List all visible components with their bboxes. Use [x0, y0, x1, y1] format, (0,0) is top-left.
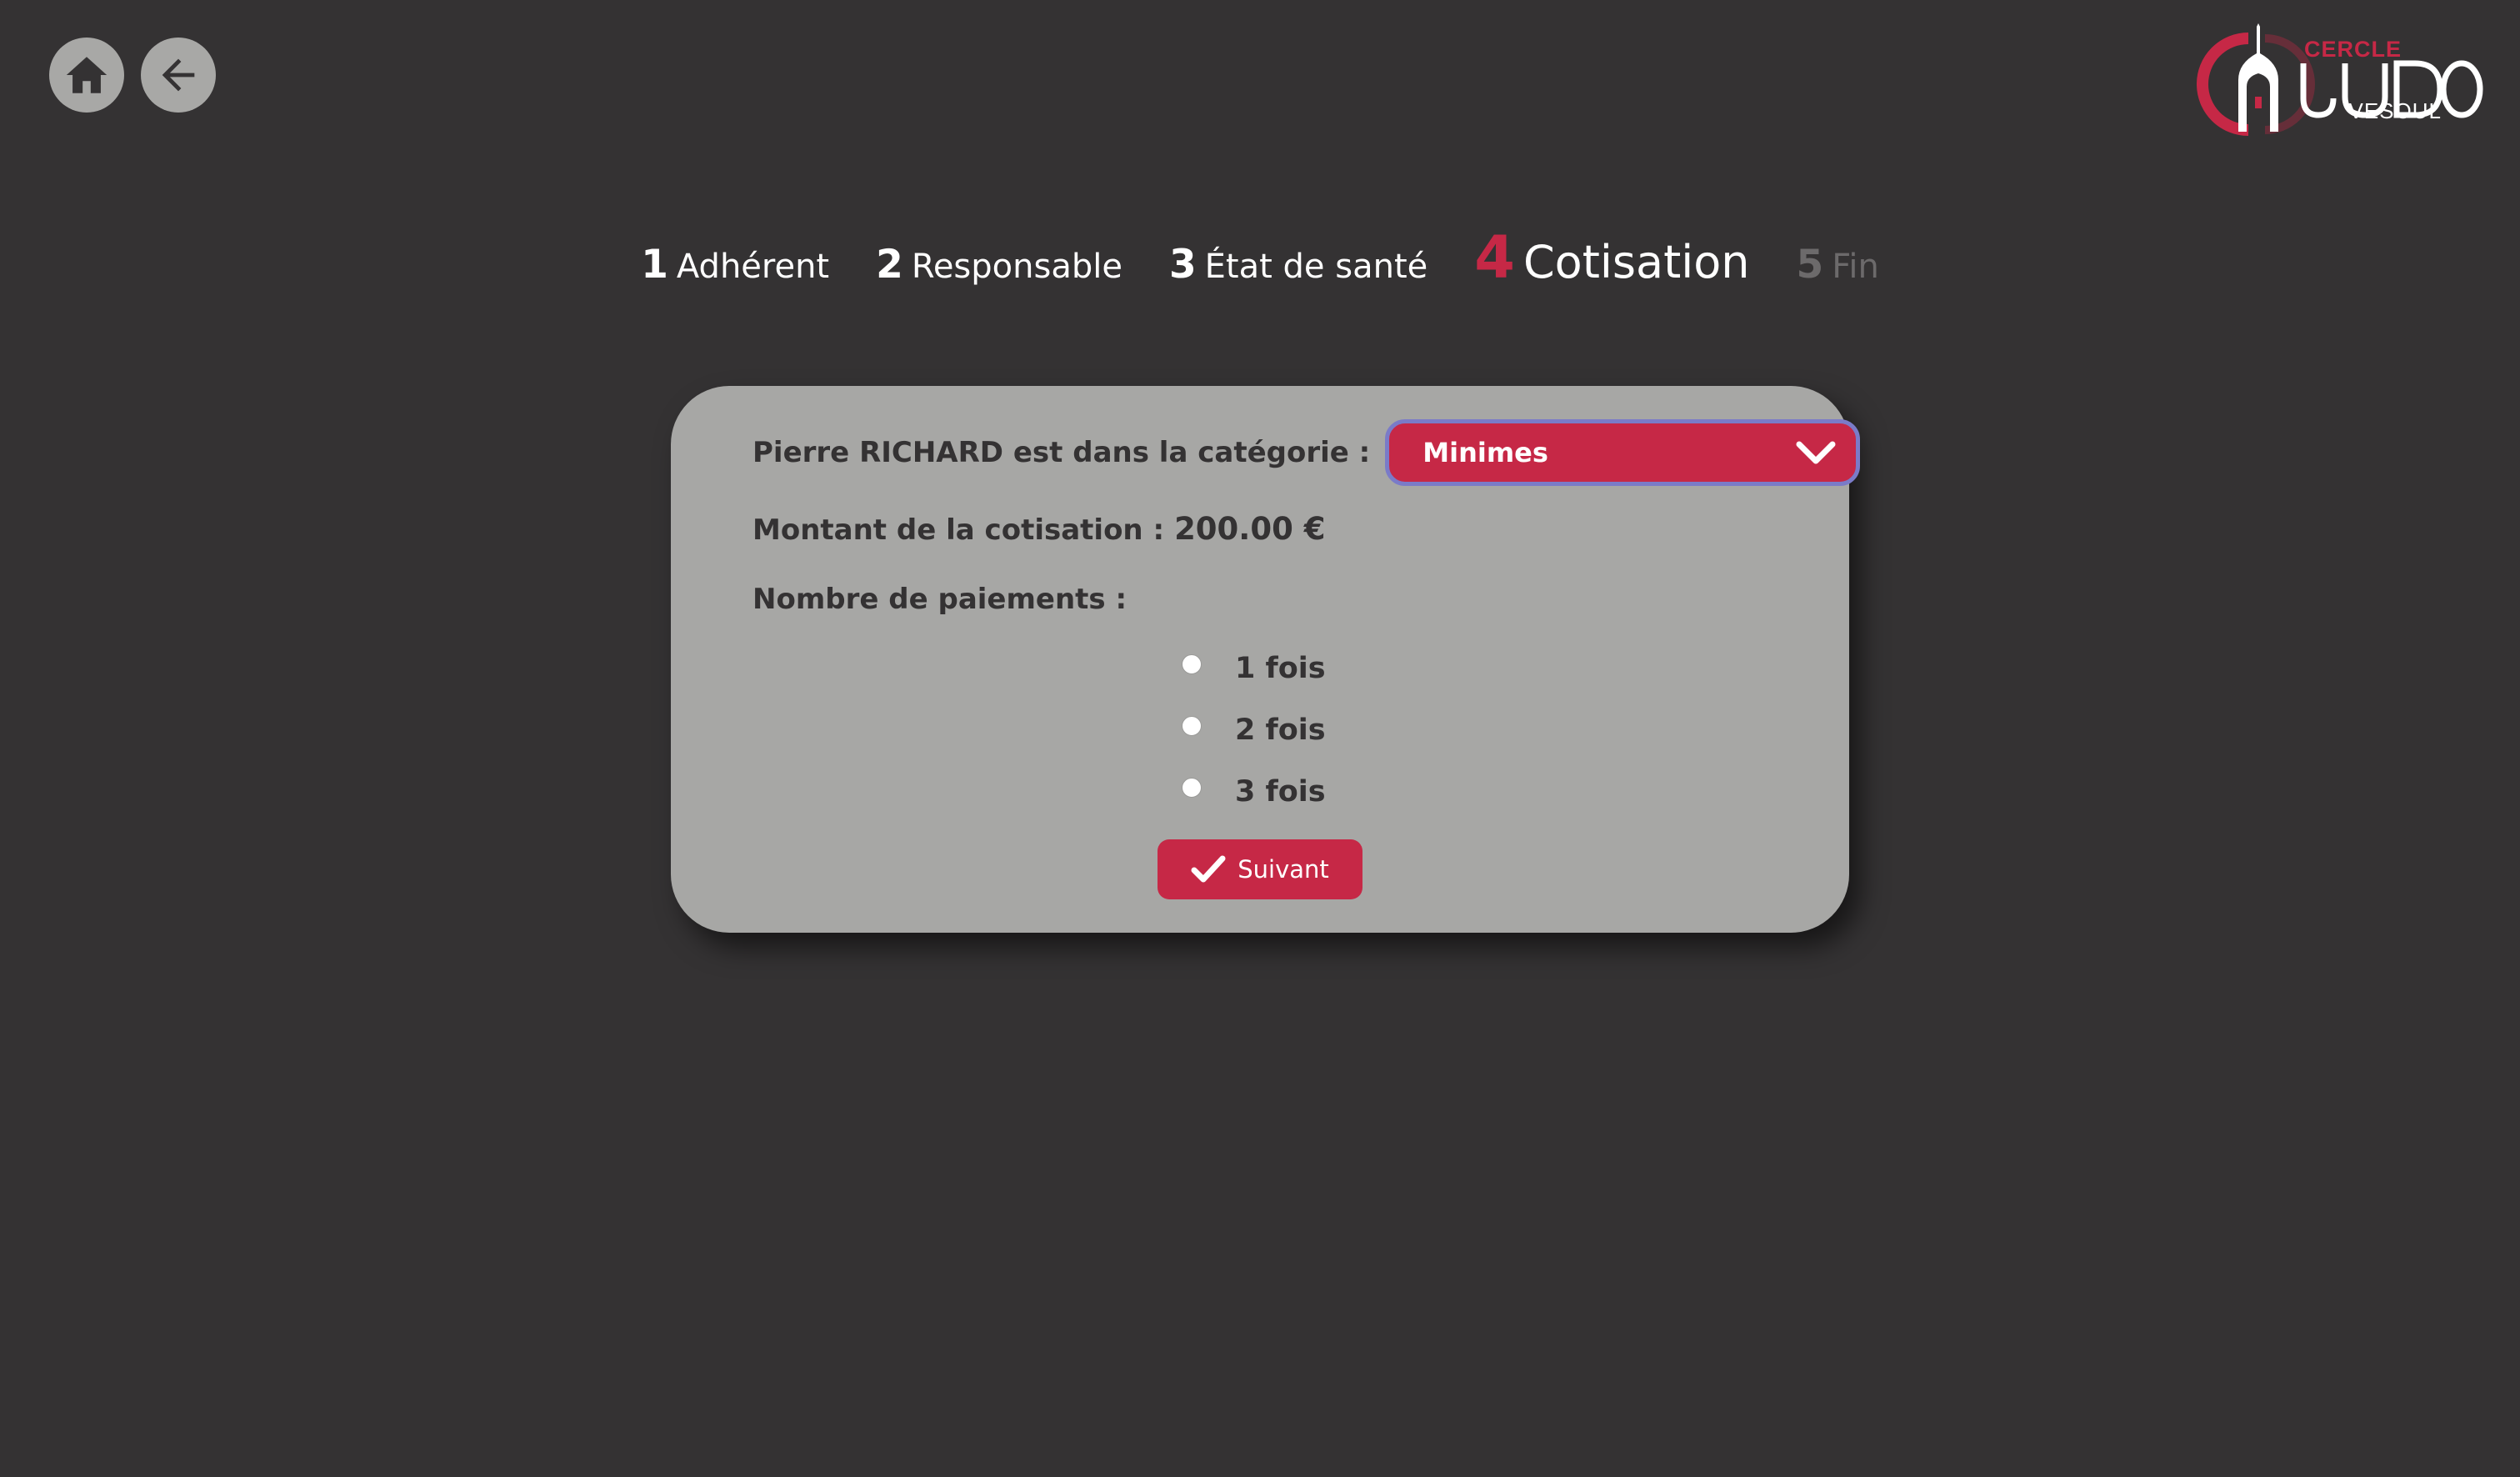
- step-label: Responsable: [911, 248, 1122, 286]
- payment-option-2[interactable]: 2 fois: [1182, 699, 1326, 761]
- arrow-left-icon: [162, 58, 195, 92]
- checkmark-icon: [1191, 855, 1226, 883]
- payment-option-3[interactable]: 3 fois: [1182, 761, 1326, 823]
- step-number: 1: [641, 242, 668, 288]
- payment-radio-1[interactable]: [1182, 654, 1202, 674]
- payment-option-label: 1 fois: [1235, 652, 1326, 685]
- step-adherent: 1 Adhérent: [641, 242, 829, 288]
- cercle-judo-vesoul-logo: CERCLE VESOUL: [2197, 22, 2485, 138]
- step-label: Fin: [1832, 248, 1879, 286]
- step-number: 4: [1474, 223, 1515, 292]
- chevron-down-icon: [1796, 441, 1836, 464]
- category-select-value: Minimes: [1422, 437, 1548, 468]
- cotisation-form-card: Pierre RICHARD est dans la catégorie : M…: [671, 386, 1861, 933]
- logo-vesoul-text: VESOUL: [2348, 98, 2442, 123]
- step-etat-de-sante: 3 État de santé: [1169, 242, 1428, 288]
- logo-cercle-text: CERCLE: [2303, 37, 2402, 62]
- step-number: 3: [1168, 242, 1197, 288]
- amount-value: 200.00 €: [1174, 511, 1326, 547]
- category-label: Pierre RICHARD est dans la catégorie :: [752, 436, 1371, 469]
- payment-option-label: 2 fois: [1235, 713, 1326, 747]
- payment-radio-3[interactable]: [1182, 778, 1202, 798]
- next-button-label: Suivant: [1238, 855, 1329, 884]
- payment-option-label: 3 fois: [1235, 775, 1326, 809]
- step-responsable: 2 Responsable: [876, 242, 1122, 288]
- category-select[interactable]: Minimes: [1385, 419, 1861, 486]
- amount-label: Montant de la cotisation :: [752, 513, 1165, 547]
- payment-radio-2[interactable]: [1182, 716, 1202, 736]
- category-row: Pierre RICHARD est dans la catégorie : M…: [752, 419, 1861, 486]
- step-label: Cotisation: [1522, 236, 1750, 288]
- home-button[interactable]: [49, 38, 124, 113]
- payments-row: Nombre de paiements :: [752, 583, 1127, 616]
- step-fin: 5 Fin: [1797, 242, 1879, 288]
- next-button[interactable]: Suivant: [1158, 839, 1362, 899]
- back-button[interactable]: [141, 38, 216, 113]
- progress-stepper: 1 Adhérent 2 Responsable 3 État de santé…: [0, 223, 2520, 292]
- payments-radio-group: 1 fois 2 fois 3 fois: [1182, 638, 1326, 823]
- step-label: Adhérent: [676, 248, 830, 286]
- payment-option-1[interactable]: 1 fois: [1182, 638, 1326, 699]
- home-icon: [66, 57, 108, 93]
- step-cotisation: 4 Cotisation: [1474, 223, 1749, 292]
- step-number: 2: [876, 242, 903, 288]
- step-label: État de santé: [1204, 248, 1428, 286]
- amount-row: Montant de la cotisation : 200.00 €: [752, 511, 1325, 547]
- step-number: 5: [1796, 242, 1824, 288]
- payments-label: Nombre de paiements :: [752, 583, 1128, 616]
